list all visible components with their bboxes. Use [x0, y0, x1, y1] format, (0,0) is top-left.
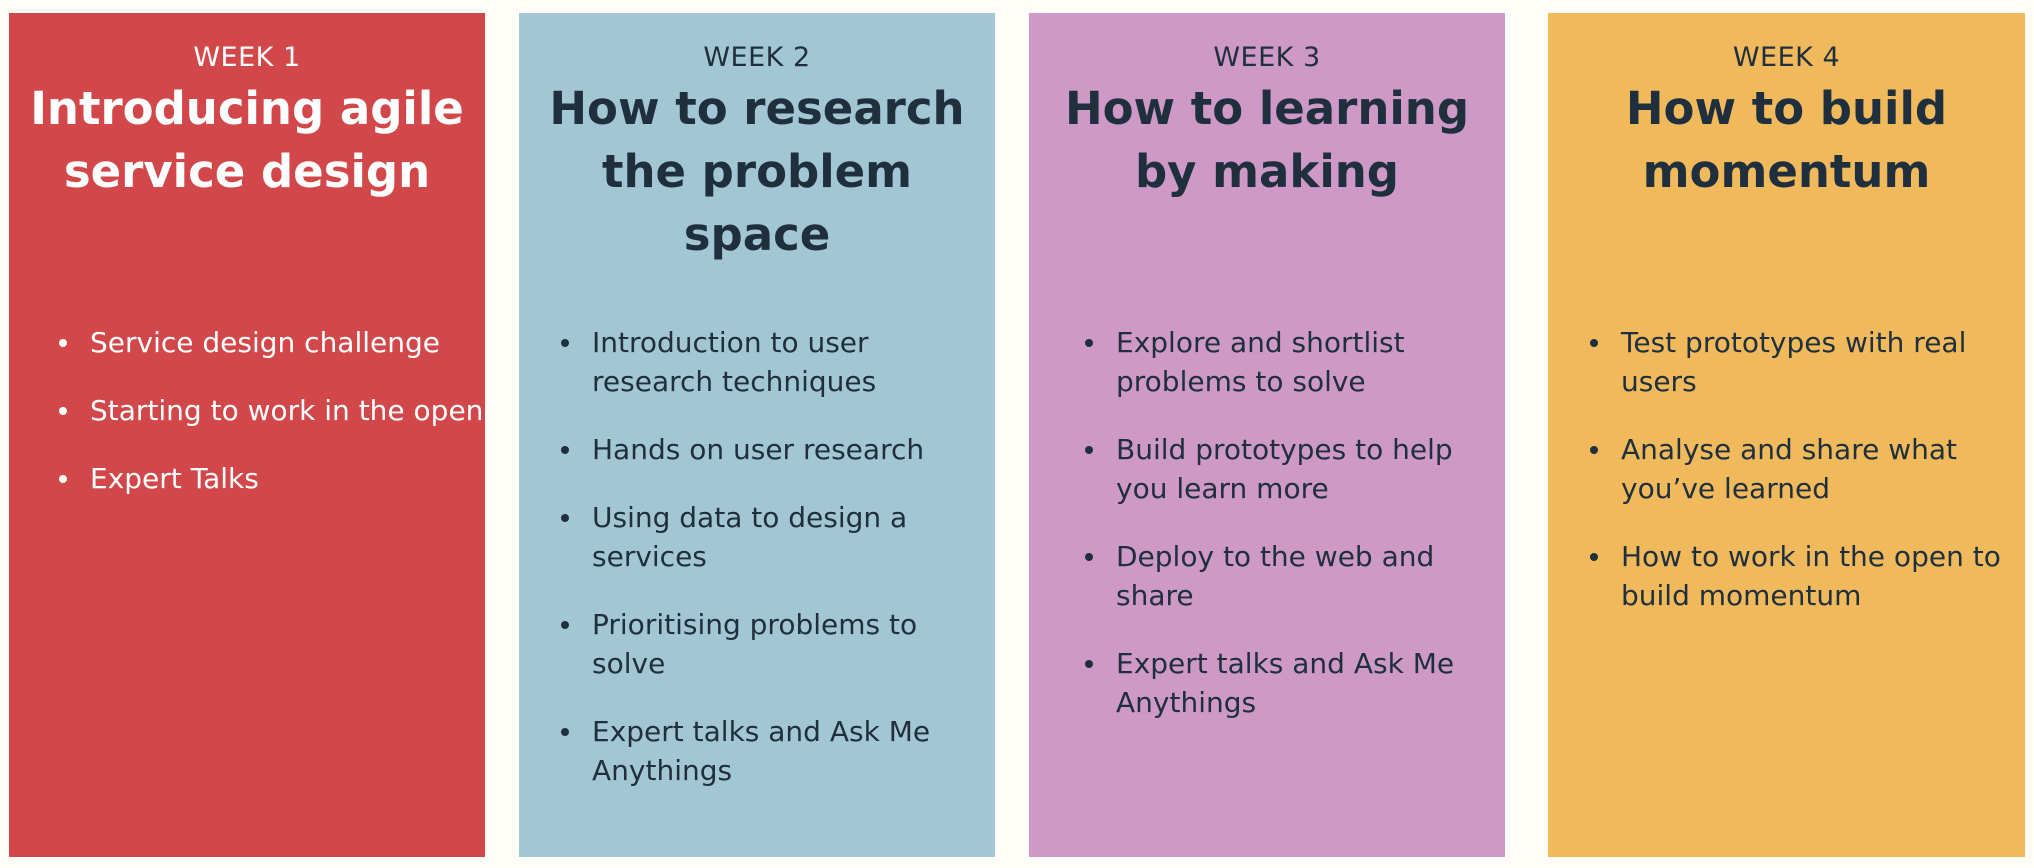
week-3-topic: Build prototypes to help you learn more [1085, 430, 1505, 508]
week-4-label: WEEK 4 [1732, 42, 1841, 73]
week-2-card: WEEK 2 How to research the problem space… [519, 13, 995, 857]
week-1-card: WEEK 1 Introducing agile service design … [9, 13, 485, 857]
week-4-topic-list: Test prototypes with real users Analyse … [1590, 323, 2025, 644]
week-4-topic: Analyse and share what you’ve learned [1590, 430, 2025, 508]
week-2-topic: Hands on user research [561, 430, 995, 469]
week-2-label: WEEK 2 [703, 42, 811, 73]
week-4-topic: Test prototypes with real users [1590, 323, 2025, 401]
week-2-topic: Expert talks and Ask Me Anythings [561, 712, 995, 790]
week-1-topic: Starting to work in the open [59, 391, 485, 430]
week-3-topic: Expert talks and Ask Me Anythings [1085, 644, 1505, 722]
week-1-topic: Service design challenge [59, 323, 485, 362]
week-2-topic: Prioritising problems to solve [561, 605, 995, 683]
week-2-topic-list: Introduction to user research techniques… [561, 323, 995, 819]
week-2-topic: Using data to design a services [561, 498, 995, 576]
week-4-topic: How to work in the open to build momentu… [1590, 537, 2025, 615]
week-3-topic: Deploy to the web and share [1085, 537, 1505, 615]
week-1-title: Introducing agile service design [30, 82, 464, 198]
week-3-label: WEEK 3 [1213, 42, 1321, 73]
week-1-topic-list: Service design challenge Starting to wor… [59, 323, 485, 527]
week-1-topic: Expert Talks [59, 459, 485, 498]
week-3-title: How to learning by making [1064, 82, 1470, 198]
week-3-card: WEEK 3 How to learning by making Explore… [1029, 13, 1505, 857]
week-3-topic: Explore and shortlist problems to solve [1085, 323, 1505, 401]
week-3-topic-list: Explore and shortlist problems to solve … [1085, 323, 1505, 751]
week-2-topic: Introduction to user research techniques [561, 323, 995, 401]
week-4-card: WEEK 4 How to build momentum Test protot… [1548, 13, 2025, 857]
week-cards-board: WEEK 1 Introducing agile service design … [0, 0, 2034, 868]
week-4-title: How to build momentum [1625, 82, 1948, 198]
week-2-title: How to research the problem space [549, 82, 965, 261]
week-1-label: WEEK 1 [193, 42, 301, 73]
